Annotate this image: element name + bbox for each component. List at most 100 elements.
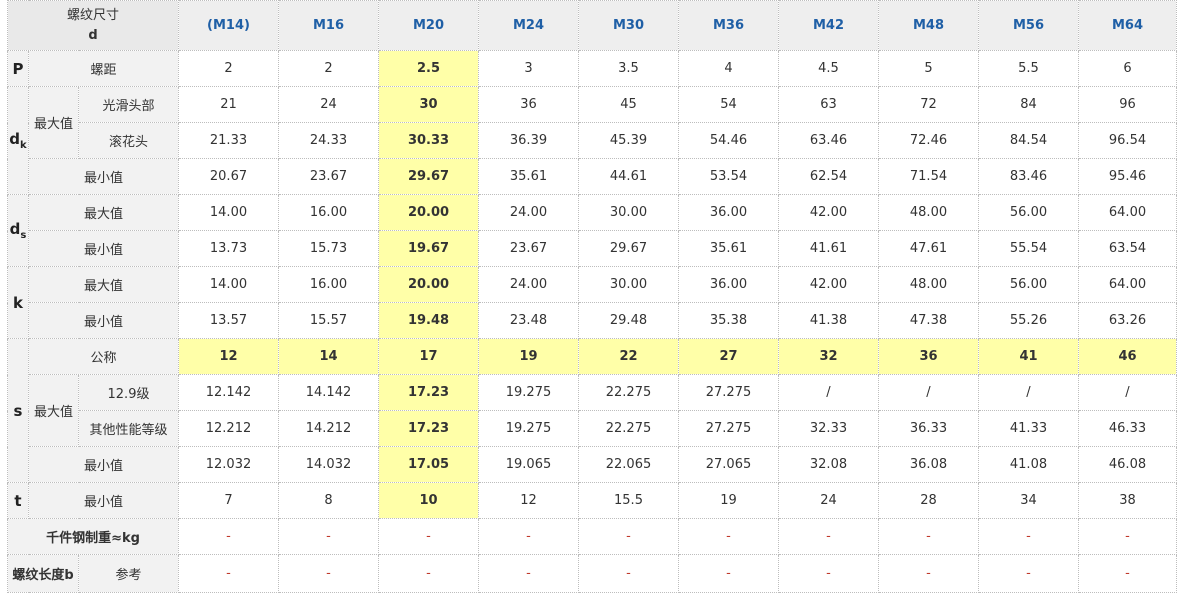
cell: 44.61 (578, 158, 679, 195)
cell: - (778, 554, 879, 593)
symbol-s: s (7, 338, 29, 483)
cell: 55.26 (978, 302, 1079, 339)
cell: 2 (278, 50, 379, 87)
table-row: ds 最大值 14.00 16.00 20.00 24.00 30.00 36.… (7, 194, 1177, 267)
cell: 17.23 (378, 374, 479, 411)
cell: 5 (878, 50, 979, 87)
cell: 34 (978, 482, 1079, 519)
table-row: 最小值 13.73 15.73 19.67 23.67 29.67 35.61 … (8, 230, 1177, 267)
cell: - (478, 554, 579, 593)
cell: / (978, 374, 1079, 411)
cell: 36.33 (878, 410, 979, 447)
header-row: 螺纹尺寸 d (M14) M16 M20 M24 M30 M36 M42 M48… (7, 0, 1177, 51)
cell: 27.065 (678, 446, 779, 483)
cell: - (1078, 518, 1177, 555)
cell: 19 (478, 338, 579, 375)
cell: 22 (578, 338, 679, 375)
cell: 24.33 (278, 122, 379, 159)
cell: - (278, 554, 379, 593)
cell: 12 (178, 338, 279, 375)
cell: 36.00 (678, 194, 779, 231)
cell: 32.33 (778, 410, 879, 447)
cell: 19.065 (478, 446, 579, 483)
cell: 19.275 (478, 410, 579, 447)
row-label: 最小值 (28, 158, 179, 195)
cell: 55.54 (978, 230, 1079, 267)
row-label: 最小值 (28, 482, 179, 519)
cell: 41.61 (778, 230, 879, 267)
cell: 22.065 (578, 446, 679, 483)
cell: 19.275 (478, 374, 579, 411)
table-row: 最小值 20.67 23.67 29.67 35.61 44.61 53.54 … (8, 158, 1177, 195)
cell: 29.67 (378, 158, 479, 195)
cell: - (578, 554, 679, 593)
cell: 12.212 (178, 410, 279, 447)
thread-length-label: 螺纹长度b (7, 554, 79, 593)
cell: - (278, 518, 379, 555)
row-label: 最小值 (28, 230, 179, 267)
table-row: P 螺距 2 2 2.5 3 3.5 4 4.5 5 5.5 6 (7, 50, 1177, 87)
row-label: 公称 (28, 338, 179, 375)
col-header: M56 (978, 0, 1079, 51)
cell: 30.00 (578, 194, 679, 231)
table-row: 其他性能等级 12.212 14.212 17.23 19.275 22.275… (8, 410, 1177, 447)
cell: 95.46 (1078, 158, 1177, 195)
cell: 45 (578, 86, 679, 123)
cell: 29.48 (578, 302, 679, 339)
cell: 36 (478, 86, 579, 123)
cell: 16.00 (278, 266, 379, 303)
cell: 35.61 (678, 230, 779, 267)
row-label: 滚花头 (78, 122, 179, 159)
cell: 13.73 (178, 230, 279, 267)
cell: 23.67 (278, 158, 379, 195)
table-row: t 最小值 7 8 10 12 15.5 19 24 28 34 38 (7, 482, 1177, 519)
cell: 23.48 (478, 302, 579, 339)
symbol-dk: dk (7, 86, 29, 195)
cell: 24.00 (478, 266, 579, 303)
cell: 45.39 (578, 122, 679, 159)
cell: 35.61 (478, 158, 579, 195)
cell: 20.67 (178, 158, 279, 195)
cell: 48.00 (878, 266, 979, 303)
cell: - (678, 518, 779, 555)
cell: 8 (278, 482, 379, 519)
cell: - (578, 518, 679, 555)
symbol-text: d (9, 130, 21, 148)
cell: 71.54 (878, 158, 979, 195)
cell: 14.00 (178, 194, 279, 231)
cell: 53.54 (678, 158, 779, 195)
cell: 14.212 (278, 410, 379, 447)
cell: 24.00 (478, 194, 579, 231)
cell: - (378, 554, 479, 593)
cell: 46.33 (1078, 410, 1177, 447)
cell: 3.5 (578, 50, 679, 87)
cell: - (978, 518, 1079, 555)
row-label: 最大值 (28, 266, 179, 303)
cell: 20.00 (378, 266, 479, 303)
cell: 41.08 (978, 446, 1079, 483)
cell: 27.275 (678, 410, 779, 447)
cell: 14 (278, 338, 379, 375)
cell: - (878, 518, 979, 555)
cell: 14.032 (278, 446, 379, 483)
cell: - (178, 554, 279, 593)
cell: 4 (678, 50, 779, 87)
row-label: 最小值 (28, 446, 179, 483)
cell: 36.08 (878, 446, 979, 483)
table-row: 千件钢制重≈kg - - - - - - - - - - (7, 518, 1177, 555)
cell: / (1078, 374, 1177, 411)
cell: 47.38 (878, 302, 979, 339)
cell: 19 (678, 482, 779, 519)
cell: 72 (878, 86, 979, 123)
cell: 54.46 (678, 122, 779, 159)
col-header: M24 (478, 0, 579, 51)
cell: 16.00 (278, 194, 379, 231)
cell: 47.61 (878, 230, 979, 267)
cell: 96.54 (1078, 122, 1177, 159)
cell: 12.032 (178, 446, 279, 483)
col-header: M36 (678, 0, 779, 51)
symbol-ds: ds (7, 194, 29, 267)
spec-table: 螺纹尺寸 d (M14) M16 M20 M24 M30 M36 M42 M48… (7, 0, 1177, 593)
row-label: 最小值 (28, 302, 179, 339)
table-row: dk 最大值 光滑头部 21 24 30 36 45 54 63 72 84 9… (7, 86, 1177, 195)
